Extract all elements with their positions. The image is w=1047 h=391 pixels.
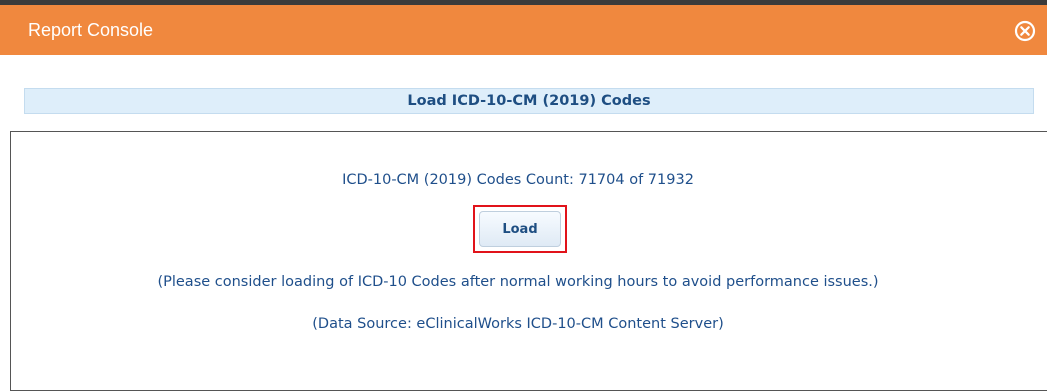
codes-count-text: ICD-10-CM (2019) Codes Count: 71704 of 7…: [342, 172, 694, 188]
window-title: Report Console: [28, 20, 154, 40]
close-icon[interactable]: [1013, 19, 1037, 43]
section-header: Load ICD-10-CM (2019) Codes: [24, 88, 1034, 114]
content-panel: [10, 131, 1047, 391]
load-button[interactable]: Load: [479, 211, 561, 247]
title-bar: Report Console: [0, 5, 1047, 55]
performance-note: (Please consider loading of ICD-10 Codes…: [157, 274, 879, 290]
data-source-text: (Data Source: eClinicalWorks ICD-10-CM C…: [312, 316, 724, 332]
